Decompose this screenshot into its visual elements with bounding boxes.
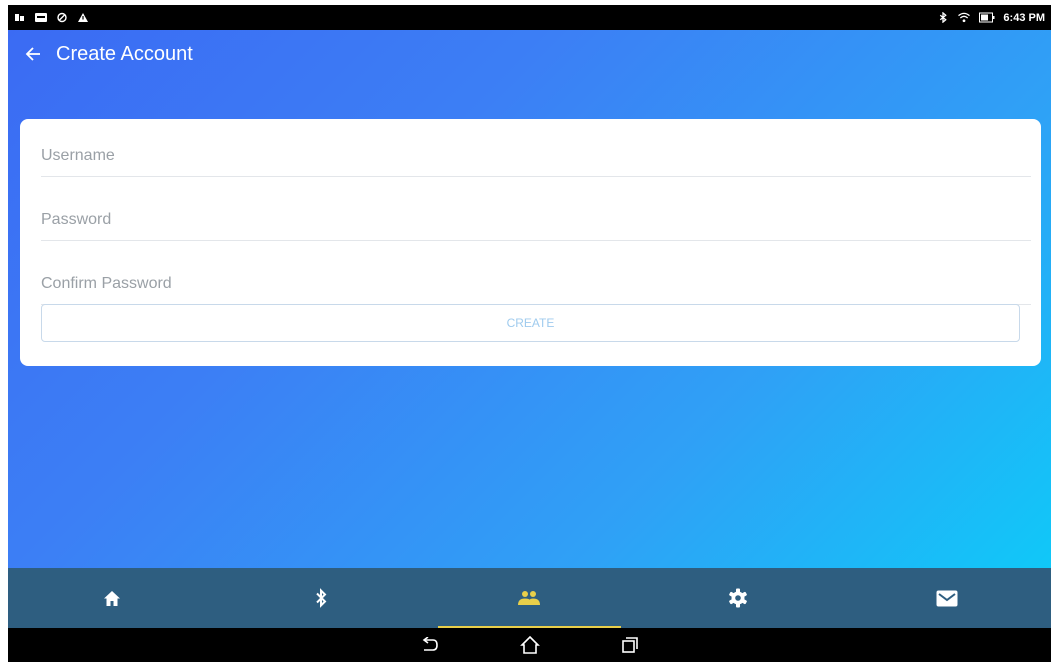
create-account-card: CREATE: [20, 119, 1041, 366]
people-icon: [518, 591, 541, 605]
recents-nav-icon[interactable]: [619, 634, 641, 656]
status-bar: 6:43 PM: [8, 5, 1051, 30]
tab-home[interactable]: [8, 568, 217, 628]
mail-icon: [936, 590, 958, 606]
app-bar: Create Account: [8, 30, 1051, 78]
main-screen: Create Account CREATE: [8, 30, 1051, 568]
home-nav-icon[interactable]: [519, 634, 541, 656]
status-right-icons: 6:43 PM: [937, 12, 1045, 24]
warning-icon: [78, 13, 88, 22]
gear-icon: [729, 588, 747, 608]
confirm-password-field-wrapper: [41, 263, 1031, 305]
status-time: 6:43 PM: [1003, 11, 1045, 24]
confirm-password-field[interactable]: [41, 263, 1031, 304]
media-icon: [35, 13, 47, 22]
back-arrow-icon[interactable]: [22, 43, 44, 65]
bluetooth-icon: [940, 12, 948, 23]
password-field[interactable]: [41, 199, 1031, 240]
tab-messages[interactable]: [842, 568, 1051, 628]
device-screen: 6:43 PM Create Account CREATE: [8, 0, 1051, 662]
bluetooth-icon: [316, 588, 327, 608]
tab-settings[interactable]: [634, 568, 843, 628]
create-button[interactable]: CREATE: [41, 304, 1020, 342]
bottom-tab-bar: [8, 568, 1051, 628]
username-field[interactable]: [41, 135, 1031, 176]
notification-app-icon: [15, 14, 24, 21]
tab-bluetooth[interactable]: [217, 568, 426, 628]
sync-icon: [57, 12, 67, 23]
system-nav-bar: [8, 628, 1051, 662]
page-title: Create Account: [56, 42, 193, 65]
username-field-wrapper: [41, 135, 1031, 177]
password-field-wrapper: [41, 199, 1031, 241]
battery-icon: [979, 12, 995, 23]
wifi-icon: [958, 12, 971, 23]
back-nav-icon[interactable]: [419, 634, 441, 656]
tab-accounts[interactable]: [425, 568, 634, 628]
home-icon: [104, 590, 121, 606]
status-left-icons: [14, 12, 89, 23]
